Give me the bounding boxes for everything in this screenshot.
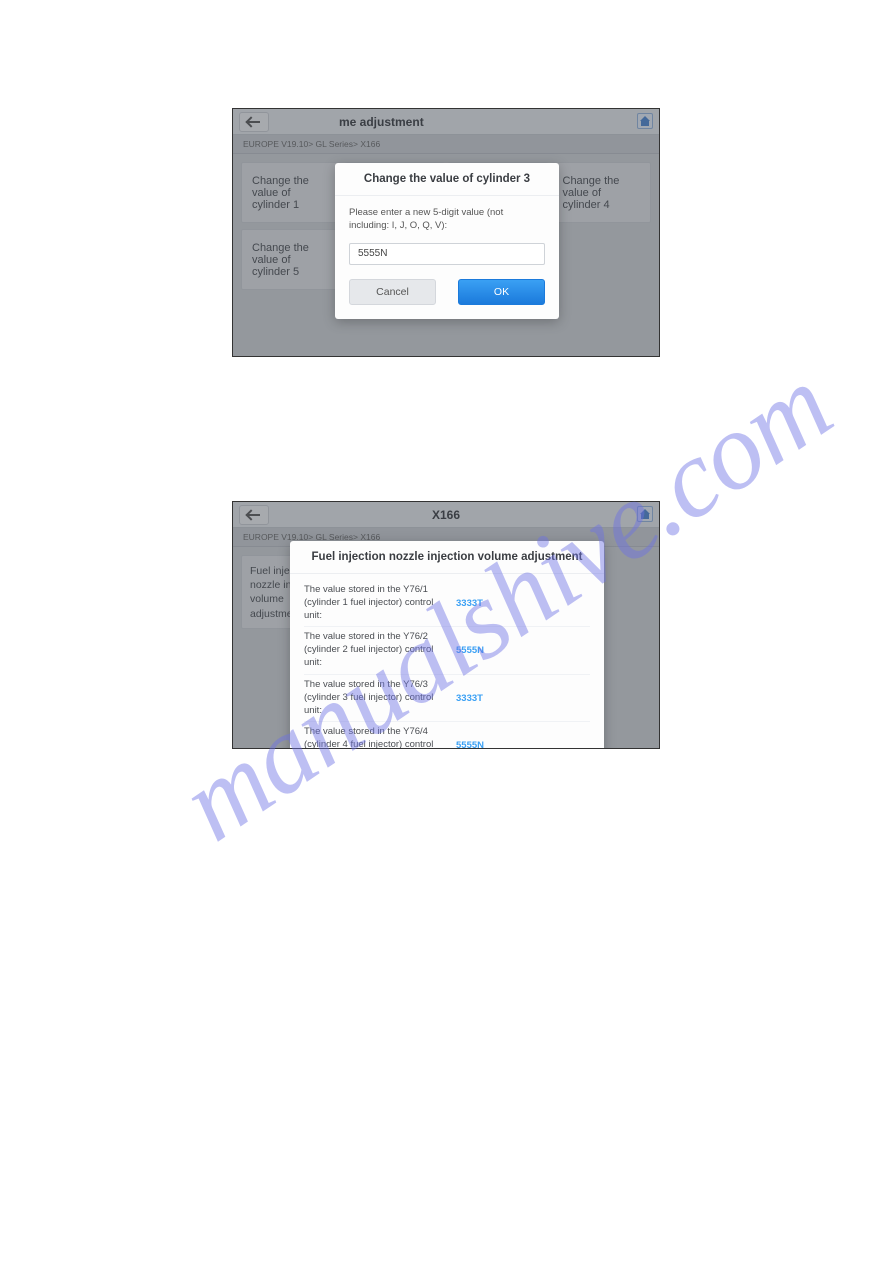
- dialog-title: Fuel injection nozzle injection volume a…: [290, 541, 604, 574]
- dialog-title: Change the value of cylinder 3: [335, 163, 559, 196]
- ok-button[interactable]: OK: [458, 279, 545, 305]
- row-label: The value stored in the Y76/3 (cylinder …: [304, 679, 456, 717]
- value-input[interactable]: [349, 243, 545, 265]
- device-screen-1: me adjustment EUROPE V19.10> GL Series> …: [232, 108, 660, 357]
- change-value-dialog: Change the value of cylinder 3 Please en…: [335, 163, 559, 319]
- table-row: The value stored in the Y76/4 (cylinder …: [304, 722, 590, 749]
- row-label: The value stored in the Y76/1 (cylinder …: [304, 584, 456, 622]
- table-row: The value stored in the Y76/2 (cylinder …: [304, 627, 590, 674]
- table-row: The value stored in the Y76/3 (cylinder …: [304, 675, 590, 722]
- row-value: 3333T: [456, 598, 590, 609]
- row-label: The value stored in the Y76/4 (cylinder …: [304, 726, 456, 749]
- cancel-button[interactable]: Cancel: [349, 279, 436, 305]
- value-table: The value stored in the Y76/1 (cylinder …: [304, 580, 590, 749]
- row-value: 3333T: [456, 693, 590, 704]
- table-row: The value stored in the Y76/1 (cylinder …: [304, 580, 590, 627]
- volume-adjustment-dialog: Fuel injection nozzle injection volume a…: [290, 541, 604, 749]
- device-screen-2: X166 EUROPE V19.10> GL Series> X166 Fuel…: [232, 501, 660, 749]
- dialog-message: Please enter a new 5-digit value (not in…: [349, 206, 545, 233]
- row-label: The value stored in the Y76/2 (cylinder …: [304, 631, 456, 669]
- row-value: 5555N: [456, 645, 590, 656]
- row-value: 5555N: [456, 740, 590, 749]
